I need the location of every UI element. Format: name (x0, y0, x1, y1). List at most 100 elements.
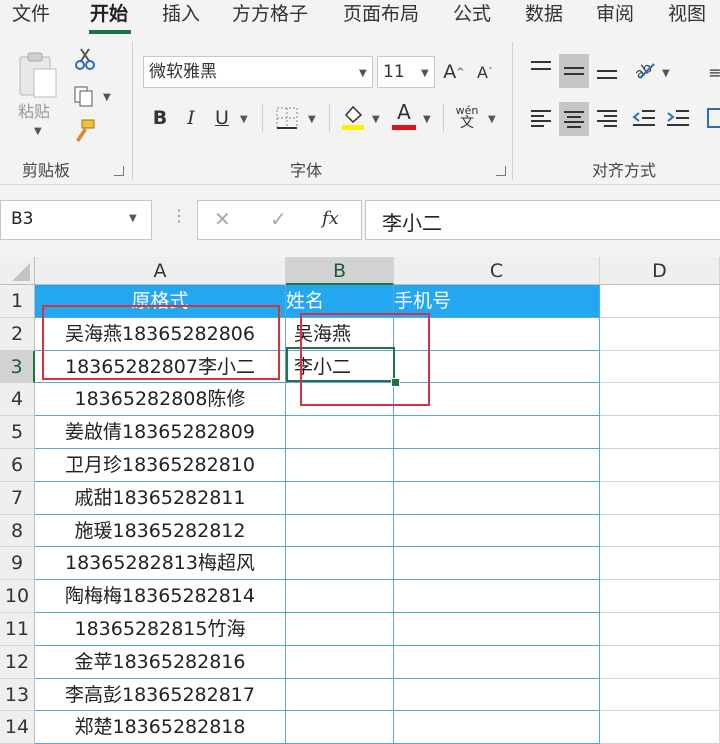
phonetic-guide-icon[interactable]: wén 文 (452, 100, 482, 134)
cell-c7[interactable] (394, 481, 600, 515)
row-header-3[interactable]: 3 (0, 350, 35, 384)
underline-caret[interactable]: ▼ (240, 114, 248, 125)
underline-button[interactable]: U (211, 104, 233, 132)
tab-view[interactable]: 视图 (668, 0, 706, 34)
cell-a11[interactable]: 18365282815竹海 (35, 613, 286, 646)
cell-d13[interactable] (600, 678, 720, 712)
cell-a6[interactable]: 卫月珍18365282810 (35, 449, 286, 482)
row-header-11[interactable]: 11 (0, 613, 35, 646)
orientation-caret[interactable]: ▼ (662, 68, 670, 79)
row-header-8[interactable]: 8 (0, 514, 35, 548)
column-header-c[interactable]: C (394, 257, 600, 285)
cell-d11[interactable] (600, 613, 720, 646)
name-box-caret[interactable]: ▼ (129, 213, 137, 224)
italic-button[interactable]: I (180, 104, 202, 132)
cell-c8[interactable] (394, 514, 600, 548)
tab-page-layout[interactable]: 页面布局 (343, 0, 419, 34)
insert-function-button[interactable]: fx (322, 208, 339, 229)
tab-home[interactable]: 开始 (90, 0, 128, 34)
orientation-icon[interactable]: ab (630, 54, 660, 84)
cell-b8[interactable] (286, 514, 394, 548)
cell-a5[interactable]: 姜啟倩18365282809 (35, 416, 286, 449)
format-painter-icon[interactable] (70, 116, 98, 144)
fill-color-icon[interactable] (338, 102, 368, 132)
cell-b6[interactable] (286, 449, 394, 482)
cell-b14[interactable] (286, 711, 394, 744)
row-header-9[interactable]: 9 (0, 547, 35, 581)
cell-b5[interactable] (286, 416, 394, 449)
decrease-indent-icon[interactable] (630, 104, 658, 132)
font-name-caret[interactable]: ▼ (359, 68, 367, 79)
cell-c14[interactable] (394, 711, 600, 744)
row-header-14[interactable]: 14 (0, 711, 35, 744)
cell-d4[interactable] (600, 383, 720, 417)
cell-b9[interactable] (286, 547, 394, 581)
cell-c10[interactable] (394, 580, 600, 613)
cut-icon[interactable] (72, 46, 98, 72)
cell-a7[interactable]: 戚甜18365282811 (35, 481, 286, 515)
bold-button[interactable]: B (149, 104, 171, 132)
cell-a14[interactable]: 郑楚18365282818 (35, 711, 286, 744)
cell-b10[interactable] (286, 580, 394, 613)
align-bottom-icon[interactable] (594, 56, 620, 84)
tab-data[interactable]: 数据 (525, 0, 563, 34)
font-color-icon[interactable]: A (390, 100, 418, 132)
select-all-button[interactable] (0, 257, 35, 285)
cell-c5[interactable] (394, 416, 600, 449)
cell-d12[interactable] (600, 645, 720, 679)
row-header-6[interactable]: 6 (0, 449, 35, 482)
row-header-4[interactable]: 4 (0, 383, 35, 417)
cell-b12[interactable] (286, 645, 394, 679)
tab-file[interactable]: 文件 (12, 0, 50, 34)
row-header-5[interactable]: 5 (0, 416, 35, 449)
column-header-b[interactable]: B (286, 257, 394, 285)
cell-d8[interactable] (600, 514, 720, 548)
cell-a10[interactable]: 陶梅梅18365282814 (35, 580, 286, 613)
row-header-7[interactable]: 7 (0, 481, 35, 515)
borders-icon[interactable] (272, 104, 302, 132)
cell-a12[interactable]: 金苹18365282816 (35, 645, 286, 679)
name-box[interactable]: B3 ▼ (0, 200, 152, 240)
cell-d2[interactable] (600, 317, 720, 351)
shrink-font-button[interactable]: Aˇ (474, 58, 496, 86)
cell-a8[interactable]: 施瑗18365282812 (35, 514, 286, 548)
row-header-2[interactable]: 2 (0, 317, 35, 351)
increase-indent-icon[interactable] (664, 104, 692, 132)
cell-c12[interactable] (394, 645, 600, 679)
row-header-12[interactable]: 12 (0, 645, 35, 679)
cell-a13[interactable]: 李高彭18365282817 (35, 678, 286, 712)
cell-d5[interactable] (600, 416, 720, 449)
paste-dropdown-caret[interactable]: ▼ (34, 126, 42, 137)
cell-b13[interactable] (286, 678, 394, 712)
phonetic-caret[interactable]: ▼ (488, 114, 496, 125)
align-center-icon[interactable] (559, 102, 589, 136)
cell-d1[interactable] (600, 285, 720, 318)
cell-a4[interactable]: 18365282808陈修 (35, 383, 286, 417)
copy-dropdown-caret[interactable]: ▼ (103, 92, 111, 103)
clipboard-launcher-icon[interactable] (114, 166, 124, 176)
cell-d10[interactable] (600, 580, 720, 613)
cancel-icon[interactable]: ✕ (214, 207, 231, 231)
row-header-10[interactable]: 10 (0, 580, 35, 613)
cell-c11[interactable] (394, 613, 600, 646)
borders-caret[interactable]: ▼ (308, 114, 316, 125)
formula-bar-grip-icon[interactable]: ⋮ (171, 206, 187, 225)
merge-center-icon[interactable] (706, 104, 720, 132)
align-left-icon[interactable] (528, 104, 554, 132)
enter-icon[interactable]: ✓ (270, 207, 287, 231)
align-middle-icon[interactable] (559, 54, 589, 88)
cell-d3[interactable] (600, 350, 720, 384)
cell-b11[interactable] (286, 613, 394, 646)
cell-b7[interactable] (286, 481, 394, 515)
cell-a9[interactable]: 18365282813梅超风 (35, 547, 286, 581)
tab-formulas[interactable]: 公式 (453, 0, 491, 34)
align-top-icon[interactable] (528, 56, 554, 84)
cell-c13[interactable] (394, 678, 600, 712)
font-name-dropdown[interactable]: 微软雅黑 (143, 56, 373, 88)
font-launcher-icon[interactable] (496, 166, 506, 176)
cell-d14[interactable] (600, 711, 720, 744)
tab-review[interactable]: 审阅 (596, 0, 634, 34)
row-header-1[interactable]: 1 (0, 285, 35, 318)
row-header-13[interactable]: 13 (0, 678, 35, 712)
cell-c6[interactable] (394, 449, 600, 482)
